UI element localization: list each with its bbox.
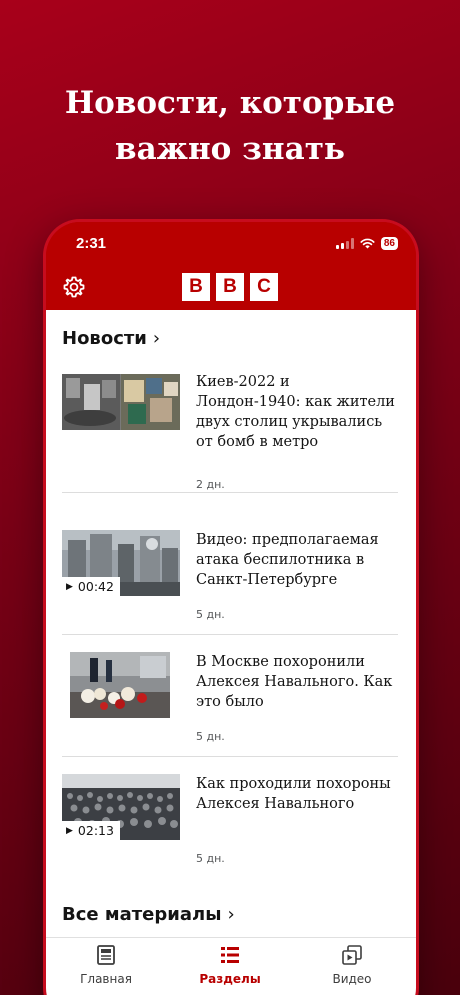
news-feed: Новости › Киев-2022 и Лондон-1940: как ж… (46, 310, 416, 937)
battery-level: 86 (380, 236, 398, 250)
section-news-link[interactable]: Новости › (62, 328, 160, 349)
video-duration: 00:42 (77, 579, 114, 594)
list-icon (221, 947, 239, 963)
section-title: Все материалы (62, 904, 222, 925)
bbc-logo-letter: B (182, 273, 210, 301)
article-card[interactable]: Киев-2022 и Лондон-1940: как жители двух… (62, 372, 398, 493)
signal-icon (335, 237, 354, 249)
article-card[interactable]: ▶ 00:42 Видео: предполагаемая атака бесп… (62, 514, 398, 635)
tab-label: Разделы (199, 972, 261, 986)
promo-line-2: важно знать (115, 131, 345, 167)
tab-sections[interactable]: Разделы (180, 944, 280, 986)
bbc-logo: B B C (182, 273, 278, 301)
video-duration: 02:13 (77, 823, 114, 838)
status-time: 2:31 (76, 235, 107, 252)
article-thumbnail (70, 652, 170, 718)
video-duration-badge: ▶ 00:42 (62, 577, 120, 596)
promo-line-1: Новости, которые (64, 85, 396, 121)
bbc-logo-letter: B (216, 273, 244, 301)
tab-label: Главная (80, 972, 132, 986)
settings-gear-icon[interactable] (62, 275, 86, 299)
article-age: 5 дн. (196, 852, 225, 865)
article-age: 2 дн. (196, 478, 225, 491)
play-icon: ▶ (66, 581, 73, 592)
tab-video[interactable]: Видео (302, 944, 402, 986)
newspaper-icon (97, 945, 115, 965)
status-bar: 2:31 86 (46, 222, 416, 266)
tab-home[interactable]: Главная (56, 944, 156, 986)
play-icon: ▶ (66, 825, 73, 836)
article-thumbnail: ▶ 02:13 (62, 774, 180, 840)
tab-label: Видео (332, 972, 372, 986)
chevron-right-icon: › (152, 328, 161, 349)
article-headline: Видео: предполагаемая атака беспилотника… (196, 532, 379, 588)
video-duration-badge: ▶ 02:13 (62, 821, 120, 840)
status-icons: 86 (335, 236, 398, 250)
article-age: 5 дн. (196, 608, 225, 621)
article-headline: Как проходили похороны Алексея Навальног… (196, 776, 391, 812)
article-headline: В Москве похоронили Алексея Навального. … (196, 654, 393, 710)
section-title: Новости (62, 328, 147, 349)
phone-frame: 2:31 86 B B C Новости › Киев-2022 и Лонд… (46, 222, 416, 995)
app-bar: B B C (46, 266, 416, 310)
wifi-icon (360, 238, 375, 248)
bottom-tab-bar: Главная Разделы Видео (46, 937, 416, 995)
section-all-link[interactable]: Все материалы › (62, 904, 235, 925)
video-stack-icon (342, 945, 362, 965)
article-card[interactable]: В Москве похоронили Алексея Навального. … (62, 636, 398, 757)
chevron-right-icon: › (227, 904, 235, 925)
article-age: 5 дн. (196, 730, 225, 743)
article-card[interactable]: ▶ 02:13 Как проходили похороны Алексея Н… (62, 758, 398, 879)
article-thumbnail (62, 374, 180, 440)
article-thumbnail: ▶ 00:42 (62, 530, 180, 596)
article-headline: Киев-2022 и Лондон-1940: как жители двух… (196, 374, 395, 450)
promo-headline: Новости, которые важно знать (0, 80, 460, 172)
bbc-logo-letter: C (250, 273, 278, 301)
